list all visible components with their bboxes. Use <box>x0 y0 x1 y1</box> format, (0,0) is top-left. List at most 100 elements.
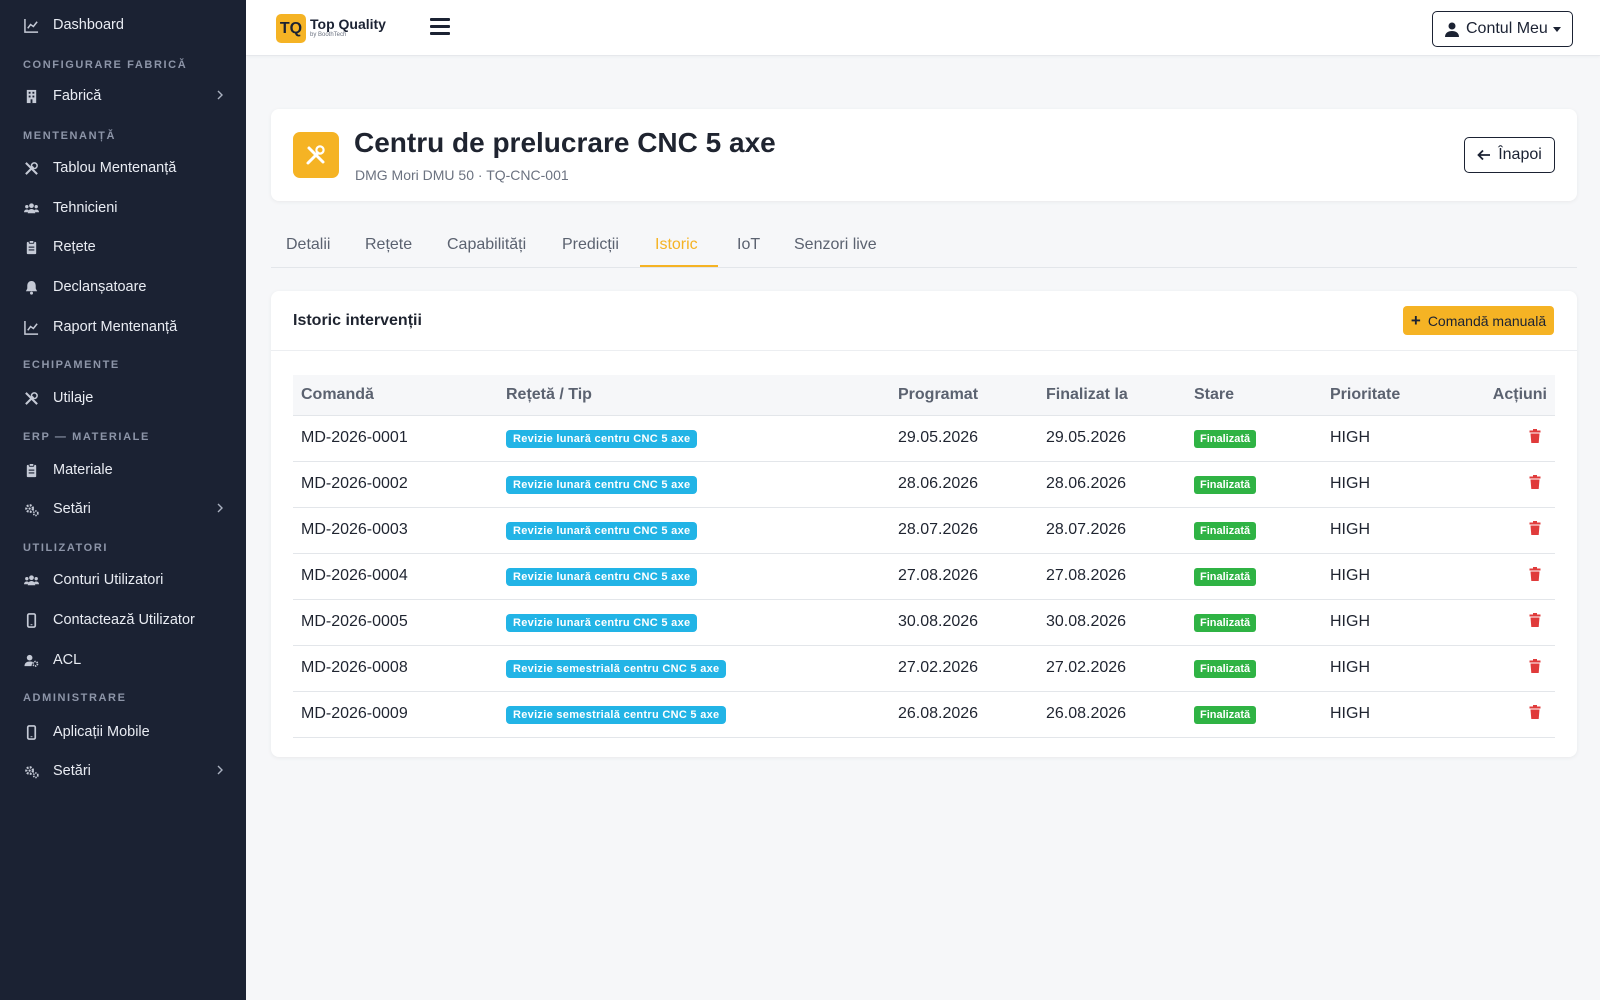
trash-icon[interactable] <box>1529 658 1541 678</box>
building-icon <box>23 88 39 104</box>
sidebar-item-utilaje[interactable]: Utilaje <box>0 380 246 416</box>
sidebar-item-raport-mentenanta[interactable]: Raport Mentenanță <box>0 309 246 345</box>
sidebar-item-label: Rețete <box>53 239 96 255</box>
actions-cell <box>1452 645 1555 692</box>
sidebar-item-dashboard[interactable]: Dashboard <box>0 7 246 43</box>
status-cell: Finalizată <box>1186 415 1322 462</box>
column-header-scheduled[interactable]: Programat <box>890 375 1038 416</box>
table-row[interactable]: MD-2026-0003 Revizie lunară centru CNC 5 … <box>293 507 1555 554</box>
trash-icon[interactable] <box>1529 474 1541 494</box>
trash-icon[interactable] <box>1529 704 1541 724</box>
sidebar-item-tehnicieni[interactable]: Tehnicieni <box>0 190 246 226</box>
sidebar-item-label: Setări <box>53 763 91 779</box>
users-icon <box>23 200 39 216</box>
sidebar-item-retete[interactable]: Rețete <box>0 229 246 265</box>
trash-icon[interactable] <box>1529 428 1541 448</box>
tab-detalii[interactable]: Detalii <box>286 236 330 254</box>
sidebar-item-materiale[interactable]: Materiale <box>0 452 246 488</box>
logo-subtitle: by BoothTech <box>310 32 347 38</box>
menu-toggle-icon[interactable] <box>430 18 450 36</box>
column-header-order[interactable]: Comandă <box>293 375 498 416</box>
finished-date: 28.06.2026 <box>1038 461 1186 508</box>
sidebar-item-tablou-mentenanta[interactable]: Tablou Mentenanță <box>0 150 246 186</box>
table-row[interactable]: MD-2026-0005 Revizie lunară centru CNC 5 … <box>293 599 1555 646</box>
order-number: MD-2026-0004 <box>293 553 498 600</box>
recipe-cell: Revizie lunară centru CNC 5 axe <box>498 599 890 646</box>
status-badge: Finalizată <box>1194 705 1257 724</box>
sidebar-item-label: Raport Mentenanță <box>53 319 178 335</box>
tools-icon <box>293 132 339 178</box>
recipe-badge: Revizie lunară centru CNC 5 axe <box>506 567 698 586</box>
trash-icon[interactable] <box>1529 566 1541 586</box>
tab-iot[interactable]: IoT <box>737 236 760 254</box>
table-row[interactable]: MD-2026-0008 Revizie semestrială centru C… <box>293 645 1555 692</box>
status-cell: Finalizată <box>1186 691 1322 738</box>
mobile-icon <box>23 724 39 740</box>
order-number: MD-2026-0008 <box>293 645 498 692</box>
recipe-badge: Revizie semestrială centru CNC 5 axe <box>506 659 727 678</box>
page-title: Centru de prelucrare CNC 5 axe <box>354 127 776 158</box>
sidebar-item-label: Fabrică <box>53 88 102 104</box>
trash-icon[interactable] <box>1529 612 1541 632</box>
column-header-actions: Acțiuni <box>1452 375 1555 416</box>
sidebar-item-fabrica[interactable]: Fabrică <box>0 78 246 114</box>
sidebar-section-label: ADMINISTRARE <box>23 692 127 704</box>
tools-icon <box>23 390 39 406</box>
recipe-badge: Revizie lunară centru CNC 5 axe <box>506 613 698 632</box>
actions-cell <box>1452 599 1555 646</box>
column-header-recipe[interactable]: Rețetă / Tip <box>498 375 890 416</box>
priority-value: HIGH <box>1322 645 1452 692</box>
scheduled-date: 27.08.2026 <box>890 553 1038 600</box>
topbar: TQ Top Quality by BoothTech Contul Meu <box>246 0 1600 56</box>
finished-date: 30.08.2026 <box>1038 599 1186 646</box>
column-header-status[interactable]: Stare <box>1186 375 1322 416</box>
order-number: MD-2026-0002 <box>293 461 498 508</box>
manual-order-button[interactable]: + Comandă manuală <box>1403 306 1554 335</box>
mobile-icon <box>23 612 39 628</box>
finished-date: 29.05.2026 <box>1038 415 1186 462</box>
table-row[interactable]: MD-2026-0004 Revizie lunară centru CNC 5 … <box>293 553 1555 600</box>
table-row[interactable]: MD-2026-0009 Revizie semestrială centru C… <box>293 691 1555 738</box>
table-row[interactable]: MD-2026-0001 Revizie lunară centru CNC 5 … <box>293 415 1555 462</box>
status-badge: Finalizată <box>1194 659 1257 678</box>
back-button[interactable]: Înapoi <box>1464 137 1555 173</box>
tab-senzori-live[interactable]: Senzori live <box>794 236 877 254</box>
logo-mark[interactable]: TQ <box>276 14 306 43</box>
chevron-right-icon <box>214 763 226 779</box>
sidebar-item-label: Setări <box>53 501 91 517</box>
active-tab-indicator <box>640 265 718 267</box>
sidebar-item-label: Utilaje <box>53 390 94 406</box>
scheduled-date: 28.06.2026 <box>890 461 1038 508</box>
back-button-label: Înapoi <box>1498 146 1542 163</box>
tab-predictii[interactable]: Predicții <box>562 236 619 254</box>
tab-istoric[interactable]: Istoric <box>655 236 698 254</box>
recipe-cell: Revizie semestrială centru CNC 5 axe <box>498 691 890 738</box>
trash-icon[interactable] <box>1529 520 1541 540</box>
sidebar-item-setari-erp[interactable]: Setări <box>0 491 246 527</box>
priority-value: HIGH <box>1322 691 1452 738</box>
actions-cell <box>1452 461 1555 508</box>
sidebar-item-contacteaza-utilizator[interactable]: Contactează Utilizator <box>0 602 246 638</box>
sidebar-item-acl[interactable]: ACL <box>0 642 246 678</box>
account-menu-button[interactable]: Contul Meu <box>1432 11 1573 47</box>
priority-value: HIGH <box>1322 599 1452 646</box>
priority-value: HIGH <box>1322 553 1452 600</box>
sidebar-item-aplicatii-mobile[interactable]: Aplicații Mobile <box>0 714 246 750</box>
tab-retete[interactable]: Rețete <box>365 236 412 254</box>
table-row[interactable]: MD-2026-0002 Revizie lunară centru CNC 5 … <box>293 461 1555 508</box>
history-table: Comandă Rețetă / Tip Programat Finalizat… <box>293 375 1555 738</box>
sidebar-item-conturi-utilizatori[interactable]: Conturi Utilizatori <box>0 562 246 598</box>
tab-capabilitati[interactable]: Capabilități <box>447 236 526 254</box>
actions-cell <box>1452 691 1555 738</box>
order-number: MD-2026-0001 <box>293 415 498 462</box>
column-header-priority[interactable]: Prioritate <box>1322 375 1452 416</box>
status-badge: Finalizată <box>1194 429 1257 448</box>
actions-cell <box>1452 553 1555 600</box>
sidebar-item-setari-admin[interactable]: Setări <box>0 753 246 789</box>
column-header-finished[interactable]: Finalizat la <box>1038 375 1186 416</box>
status-cell: Finalizată <box>1186 599 1322 646</box>
scheduled-date: 28.07.2026 <box>890 507 1038 554</box>
sidebar-section-label: UTILIZATORI <box>23 542 109 554</box>
history-card: Istoric intervenții + Comandă manuală Co… <box>271 291 1577 757</box>
sidebar-item-declansatoare[interactable]: Declanșatoare <box>0 269 246 305</box>
